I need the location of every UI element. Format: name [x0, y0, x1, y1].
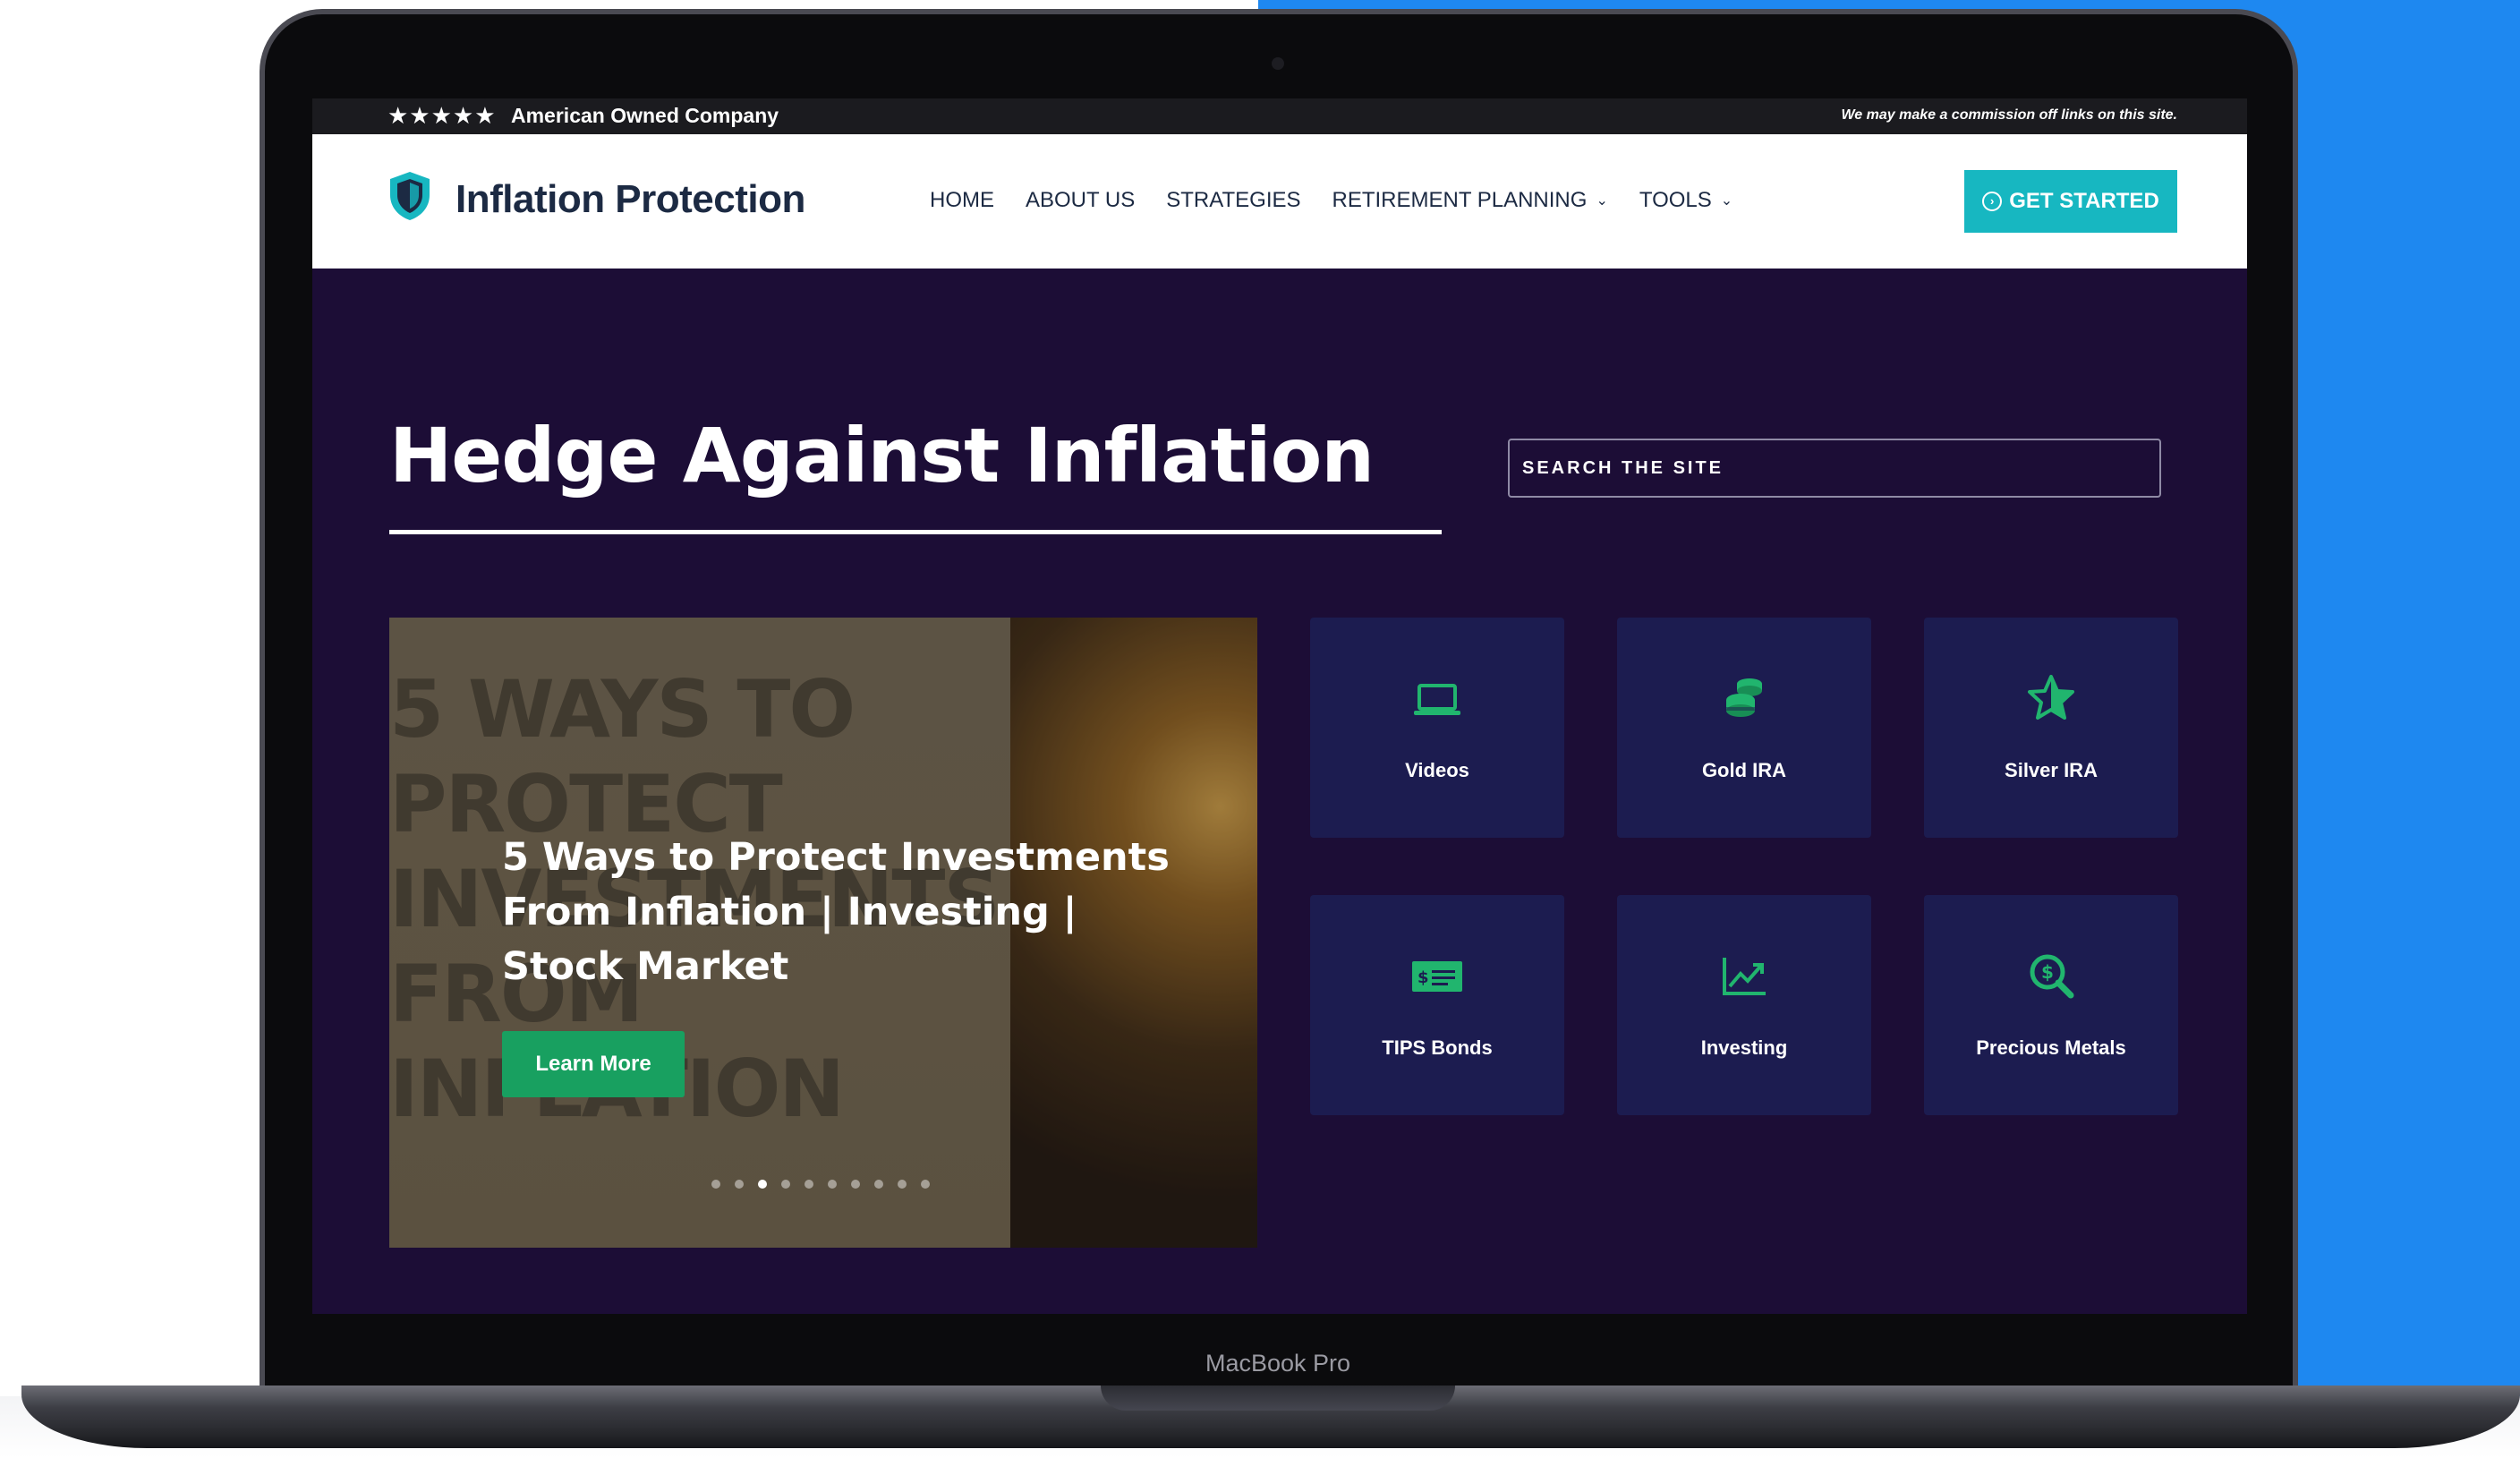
money-bill-icon: $: [1412, 961, 1462, 992]
card-label: Investing: [1700, 1036, 1788, 1059]
card-label: Gold IRA: [1701, 759, 1787, 781]
card-label: Precious Metals: [1976, 1036, 2126, 1059]
card-silver-ira[interactable]: Silver IRA: [1924, 618, 2178, 838]
brand-name[interactable]: Inflation Protection: [455, 177, 805, 222]
hero-title: Hedge Against Inflation: [389, 412, 1375, 499]
webcam: [1272, 57, 1284, 70]
learn-more-button[interactable]: Learn More: [502, 1031, 685, 1097]
card-investing[interactable]: Investing: [1617, 895, 1871, 1115]
rating-stars-icon: ★★★★★: [387, 102, 497, 129]
device-label: MacBook Pro: [1205, 1350, 1351, 1377]
card-tips-bonds[interactable]: $ TIPS Bonds: [1310, 895, 1564, 1115]
slider-pagination: [711, 1180, 930, 1189]
laptop-icon: [1414, 684, 1460, 715]
slider-dot[interactable]: [735, 1180, 744, 1189]
nav-home[interactable]: HOME: [930, 188, 994, 213]
site-search-input[interactable]: [1508, 439, 2161, 498]
card-precious-metals[interactable]: $ Precious Metals: [1924, 895, 2178, 1115]
site-header: Inflation Protection HOME ABOUT US STRAT…: [312, 134, 2247, 269]
card-label: Videos: [1405, 759, 1469, 781]
search-dollar-icon: $: [2030, 954, 2074, 999]
slide-title: 5 Ways to Protect Investments From Infla…: [502, 835, 1170, 989]
coins-icon: [1726, 678, 1762, 717]
hero-divider: [389, 530, 1442, 534]
nav-label: TOOLS: [1639, 188, 1712, 212]
laptop-notch: [1101, 1386, 1455, 1411]
card-label: TIPS Bonds: [1382, 1036, 1493, 1059]
get-started-button[interactable]: › GET STARTED: [1964, 170, 2177, 233]
slider-dot[interactable]: [805, 1180, 813, 1189]
nav-retirement-planning[interactable]: RETIREMENT PLANNING ⌄: [1332, 188, 1608, 213]
affiliate-disclaimer: We may make a commission off links on th…: [1841, 107, 2177, 123]
nav-label: ABOUT US: [1026, 188, 1136, 212]
shield-logo-icon[interactable]: [387, 170, 432, 222]
nav-tools[interactable]: TOOLS ⌄: [1639, 188, 1732, 213]
nav-label: STRATEGIES: [1166, 188, 1301, 212]
card-gold-ira[interactable]: Gold IRA: [1617, 618, 1871, 838]
svg-text:$: $: [1418, 968, 1429, 987]
slider-dot[interactable]: [851, 1180, 860, 1189]
chart-line-icon: [1723, 958, 1766, 995]
chevron-down-icon: ⌄: [1720, 193, 1733, 209]
slider-dot[interactable]: [711, 1180, 720, 1189]
card-label: Silver IRA: [2005, 759, 2098, 781]
slider-dot[interactable]: [874, 1180, 883, 1189]
announcement-bar: ★★★★★ American Owned Company We may make…: [312, 98, 2247, 134]
star-icon: [2028, 675, 2074, 720]
nav-about-us[interactable]: ABOUT US: [1026, 188, 1135, 213]
video-slider[interactable]: 5 WAYS TO PROTECT INVESTMENTS FROM INFLA…: [389, 618, 1257, 1248]
slider-dot[interactable]: [898, 1180, 907, 1189]
nav-label: HOME: [930, 188, 994, 212]
nav-label: RETIREMENT PLANNING: [1332, 188, 1588, 212]
slider-dot-active[interactable]: [758, 1180, 767, 1189]
main-nav: HOME ABOUT US STRATEGIES RETIREMENT PLAN…: [930, 188, 1764, 213]
nav-strategies[interactable]: STRATEGIES: [1166, 188, 1300, 213]
chevron-down-icon: ⌄: [1596, 193, 1608, 209]
slider-dot[interactable]: [781, 1180, 790, 1189]
svg-text:$: $: [2041, 961, 2054, 983]
arrow-circle-icon: ›: [1982, 192, 2003, 211]
slider-dot[interactable]: [921, 1180, 930, 1189]
card-videos[interactable]: Videos: [1310, 618, 1564, 838]
get-started-label: GET STARTED: [2009, 189, 2159, 213]
slider-dot[interactable]: [828, 1180, 837, 1189]
laptop-screen: ★★★★★ American Owned Company We may make…: [312, 98, 2247, 1314]
company-tagline: American Owned Company: [511, 104, 779, 127]
